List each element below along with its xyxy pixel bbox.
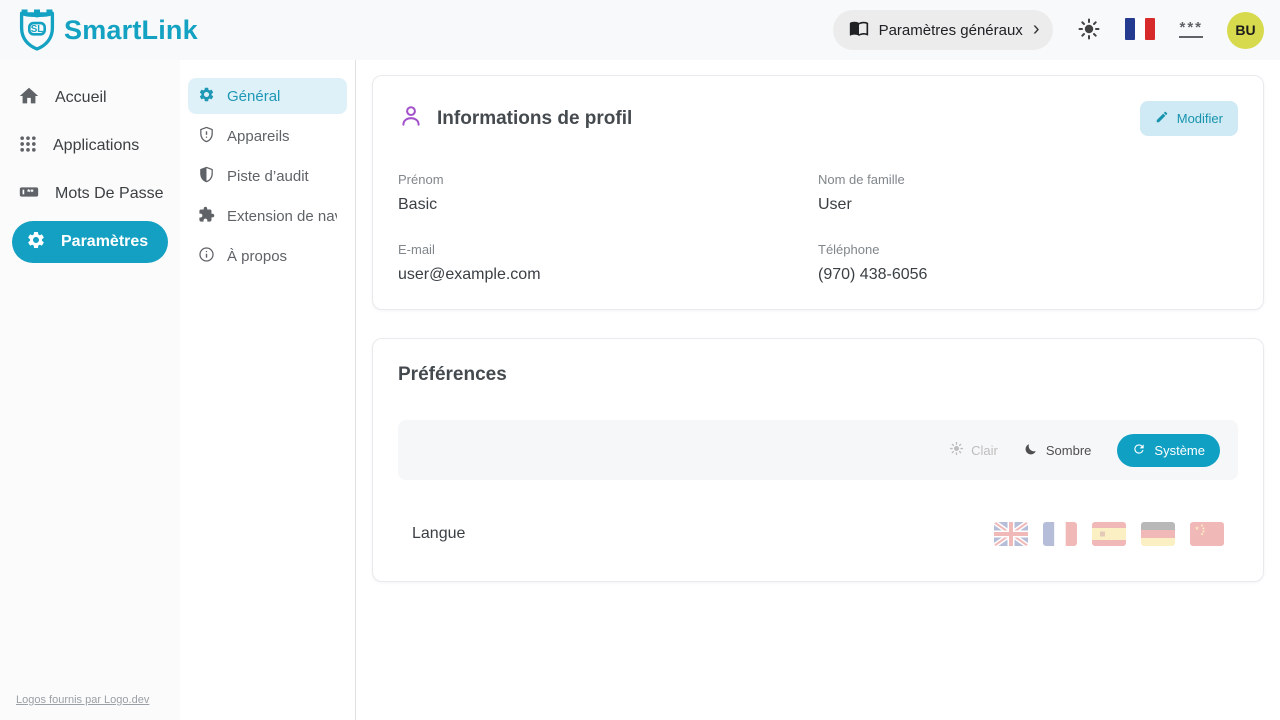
sidebar-item-label: Applications	[53, 137, 139, 155]
sidebar-item-label: Mots De Passe	[55, 185, 163, 203]
language-flag-button[interactable]	[1125, 18, 1155, 43]
sidebar-item-applications[interactable]: Applications	[0, 122, 180, 170]
spain-flag-icon[interactable]	[1092, 522, 1126, 546]
theme-option-sombre[interactable]: Sombre	[1024, 441, 1092, 459]
settings-nav-label: Appareils	[227, 128, 290, 145]
sidebar-item-accueil[interactable]: Accueil	[0, 74, 180, 122]
theme-option-systeme[interactable]: Système	[1117, 434, 1220, 467]
app-header: SL SmartLink Paramètres généraux ›	[0, 0, 1280, 60]
settings-nav-label: Général	[227, 88, 280, 105]
general-settings-label: Paramètres généraux	[879, 22, 1023, 39]
theme-option-label: Système	[1154, 443, 1205, 458]
field-label: Nom de famille	[818, 172, 1238, 187]
settings-content: Informations de profil Modifier Prénom B…	[356, 60, 1280, 720]
sun-icon	[1077, 17, 1101, 44]
field-label: E-mail	[398, 242, 818, 257]
user-avatar[interactable]: BU	[1227, 12, 1264, 49]
sidebar-item-label: Paramètres	[61, 233, 148, 251]
field-label: Prénom	[398, 172, 818, 187]
settings-nav-general[interactable]: Général	[188, 78, 347, 114]
shield-half-icon	[198, 166, 215, 187]
info-icon	[198, 246, 215, 267]
edit-profile-label: Modifier	[1177, 111, 1223, 126]
passwords-shortcut-button[interactable]: ***	[1179, 23, 1203, 38]
settings-sidebar: Général Appareils Piste d’audit	[180, 60, 356, 720]
gear-icon	[198, 86, 215, 107]
field-prenom: Prénom Basic	[398, 172, 818, 214]
settings-nav-a-propos[interactable]: À propos	[188, 238, 347, 274]
preferences-card-title: Préférences	[398, 364, 1238, 386]
apps-grid-icon	[18, 134, 38, 159]
field-email: E-mail user@example.com	[398, 242, 818, 284]
settings-nav-piste-daudit[interactable]: Piste d’audit	[188, 158, 347, 194]
sun-icon	[949, 441, 964, 459]
field-nom-de-famille: Nom de famille User	[818, 172, 1238, 214]
general-settings-button[interactable]: Paramètres généraux ›	[833, 10, 1054, 50]
france-flag-icon	[1125, 18, 1155, 43]
shield-logo-icon: SL	[16, 5, 58, 56]
password-asterisks-icon: ***	[1179, 23, 1203, 38]
settings-nav-extension[interactable]: Extension de naviga	[188, 198, 347, 234]
field-value: user@example.com	[398, 266, 818, 284]
united-kingdom-flag-icon[interactable]	[994, 522, 1028, 546]
sidebar-item-parametres[interactable]: Paramètres	[12, 221, 168, 263]
book-icon	[849, 18, 869, 42]
puzzle-icon	[198, 206, 215, 227]
china-flag-icon[interactable]	[1190, 522, 1224, 546]
language-label: Langue	[412, 525, 465, 543]
theme-toggle-button[interactable]	[1077, 17, 1101, 44]
chevron-right-icon: ›	[1033, 19, 1040, 39]
home-icon	[18, 85, 40, 112]
settings-nav-label: Piste d’audit	[227, 168, 309, 185]
edit-profile-button[interactable]: Modifier	[1140, 101, 1238, 136]
field-value: User	[818, 196, 1238, 214]
svg-text:SL: SL	[31, 23, 44, 34]
password-box-icon: **	[18, 181, 40, 208]
preferences-card: Préférences Clair	[372, 338, 1264, 582]
sidebar-item-mots-de-passe[interactable]: ** Mots De Passe	[0, 170, 180, 218]
language-flags	[994, 522, 1224, 546]
gear-icon	[26, 230, 46, 255]
pencil-icon	[1155, 110, 1169, 127]
language-row: Langue	[398, 508, 1238, 556]
sync-icon	[1132, 442, 1146, 459]
field-label: Téléphone	[818, 242, 1238, 257]
app-logo[interactable]: SL SmartLink	[16, 5, 198, 56]
germany-flag-icon[interactable]	[1141, 522, 1175, 546]
moon-icon	[1024, 441, 1039, 459]
settings-nav-label: À propos	[227, 248, 287, 265]
sidebar-item-label: Accueil	[55, 89, 107, 107]
profile-card: Informations de profil Modifier Prénom B…	[372, 75, 1264, 310]
svg-text:**: **	[27, 188, 34, 197]
main-sidebar: Accueil Applications ** Mots De Passe	[0, 60, 180, 720]
field-telephone: Téléphone (970) 438-6056	[818, 242, 1238, 284]
person-icon	[398, 103, 424, 134]
field-value: (970) 438-6056	[818, 266, 1238, 284]
profile-card-title: Informations de profil	[437, 108, 632, 130]
app-name: SmartLink	[64, 15, 198, 46]
france-flag-icon[interactable]	[1043, 522, 1077, 546]
theme-selector-row: Clair Sombre Système	[398, 420, 1238, 480]
theme-option-label: Clair	[971, 443, 998, 458]
logo-attribution-link[interactable]: Logos fournis par Logo.dev	[16, 694, 149, 706]
theme-option-clair[interactable]: Clair	[949, 441, 998, 459]
profile-fields: Prénom Basic Nom de famille User E-mail …	[398, 172, 1238, 284]
field-value: Basic	[398, 196, 818, 214]
theme-option-label: Sombre	[1046, 443, 1092, 458]
settings-nav-label: Extension de naviga	[227, 208, 337, 225]
shield-alert-icon	[198, 126, 215, 147]
settings-nav-appareils[interactable]: Appareils	[188, 118, 347, 154]
